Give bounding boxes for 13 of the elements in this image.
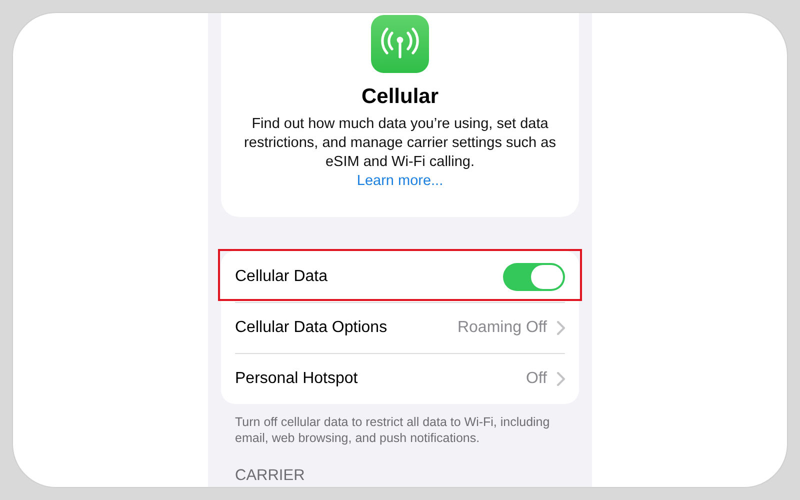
- section-header: CARRIER: [234, 466, 306, 486]
- row-label: Cellular Data: [235, 266, 328, 286]
- row-value: Off: [526, 368, 547, 388]
- learn-more-link[interactable]: Learn more...: [356, 172, 444, 192]
- row-label: Personal Hotspot: [235, 368, 358, 388]
- chevron-icon: [556, 320, 565, 334]
- row-label: Cellular Data Options: [235, 318, 388, 338]
- footer-note: Turn off cellular data to restrict all data to Wi-Fi, including email, web browsing, and push notifications.: [234, 414, 551, 446]
- row-value: Roaming Off: [457, 318, 547, 338]
- description-text: Find out how much data you’re using, set data restrictions, and manage carrier settings such as eSIM and Wi-Fi calling.: [243, 115, 557, 172]
- toggle-switch[interactable]: [503, 262, 565, 290]
- chevron-icon: [556, 372, 565, 386]
- page-title: Cellular: [361, 84, 439, 110]
